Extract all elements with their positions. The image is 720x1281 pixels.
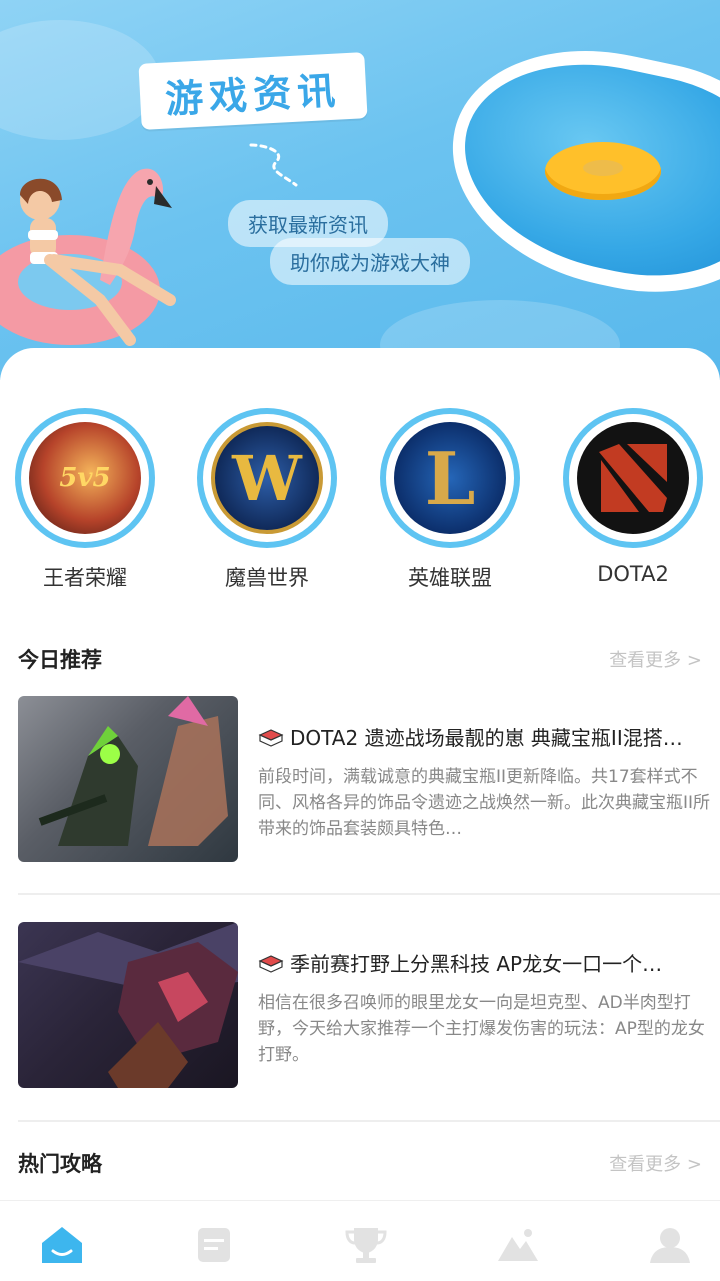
article-thumbnail [18,696,238,862]
banner-title: 游戏资讯 [164,67,343,122]
game-badge: L [380,408,520,548]
section-title: 热门攻略 [18,1152,102,1176]
article-item[interactable]: DOTA2 遗迹战场最靓的崽 典藏宝瓶II混搭… 前段时间，满载诚意的典藏宝瓶I… [18,696,718,866]
world-of-warcraft-icon-text: W [232,441,302,515]
game-badge: W [197,408,337,548]
user-icon[interactable] [648,1225,692,1265]
squiggle-decoration [249,143,298,187]
game-item-league-of-legends[interactable]: L 英雄联盟 [375,408,525,592]
world-of-warcraft-icon: W [211,422,323,534]
hot-section-header: 热门攻略 查看更多 > [18,1142,702,1182]
honor-of-kings-icon-text: 5v5 [59,463,111,493]
game-item-dota2[interactable]: DOTA2 [558,408,708,586]
article-title-row: DOTA2 遗迹战场最靓的崽 典藏宝瓶II混搭… [258,722,714,751]
game-badge [563,408,703,548]
game-label: 英雄联盟 [408,566,492,590]
banner-tagline-2: 助你成为游戏大神 [270,238,470,285]
book-icon [258,729,284,747]
article-summary: 前段时间，满载诚意的典藏宝瓶II更新降临。共17套样式不同、风格各异的饰品令遗迹… [258,767,711,839]
section-title: 今日推荐 [18,648,102,672]
article-thumbnail [18,922,238,1088]
game-label: DOTA2 [597,562,669,586]
league-of-legends-icon-text: L [424,435,476,521]
article-title: DOTA2 遗迹战场最靓的崽 典藏宝瓶II混搭… [290,726,683,750]
today-section-header: 今日推荐 查看更多 > [18,638,702,678]
dota2-logo-shape [599,444,667,512]
water-ripple [0,20,160,140]
article-item[interactable]: 季前赛打野上分黑科技 AP龙女一口一个… 相信在很多召唤师的眼里龙女一向是坦克型… [18,922,718,1092]
game-item-world-of-warcraft[interactable]: W 魔兽世界 [192,408,342,592]
article-summary: 相信在很多召唤师的眼里龙女一向是坦克型、AD半肉型打野，今天给大家推荐一个主打爆… [258,993,705,1065]
article-title-row: 季前赛打野上分黑科技 AP龙女一口一个… [258,948,714,977]
banner-title-box: 游戏资讯 [138,52,368,130]
game-label: 魔兽世界 [225,566,309,590]
game-item-honor-of-kings[interactable]: 5v5 王者荣耀 [10,408,160,592]
home-icon[interactable] [40,1225,84,1265]
hero-banner: 游戏资讯 获取最新资讯 助你成为游戏大神 [0,0,720,380]
article-thumbnail-art [18,922,238,1088]
game-category-row: 5v5 王者荣耀 W 魔兽世界 L 英雄联盟 DOTA2 [0,408,720,598]
article-title: 季前赛打野上分黑科技 AP龙女一口一个… [290,952,663,976]
mountain-icon[interactable] [496,1225,540,1265]
view-more-link[interactable]: 查看更多 > [609,646,702,672]
divider [18,893,720,895]
league-of-legends-icon: L [394,422,506,534]
game-badge: 5v5 [15,408,155,548]
divider [18,1120,720,1122]
view-more-link[interactable]: 查看更多 > [609,1150,702,1176]
book-icon [258,955,284,973]
flamingo-girl-illustration [0,168,176,346]
dota2-icon [577,422,689,534]
game-label: 王者荣耀 [43,566,127,590]
news-icon[interactable] [192,1225,236,1265]
bottom-tab-bar [0,1200,720,1281]
float-ring-illustration [545,142,661,200]
honor-of-kings-icon: 5v5 [29,422,141,534]
trophy-icon[interactable] [344,1225,388,1265]
article-thumbnail-art [38,696,228,846]
